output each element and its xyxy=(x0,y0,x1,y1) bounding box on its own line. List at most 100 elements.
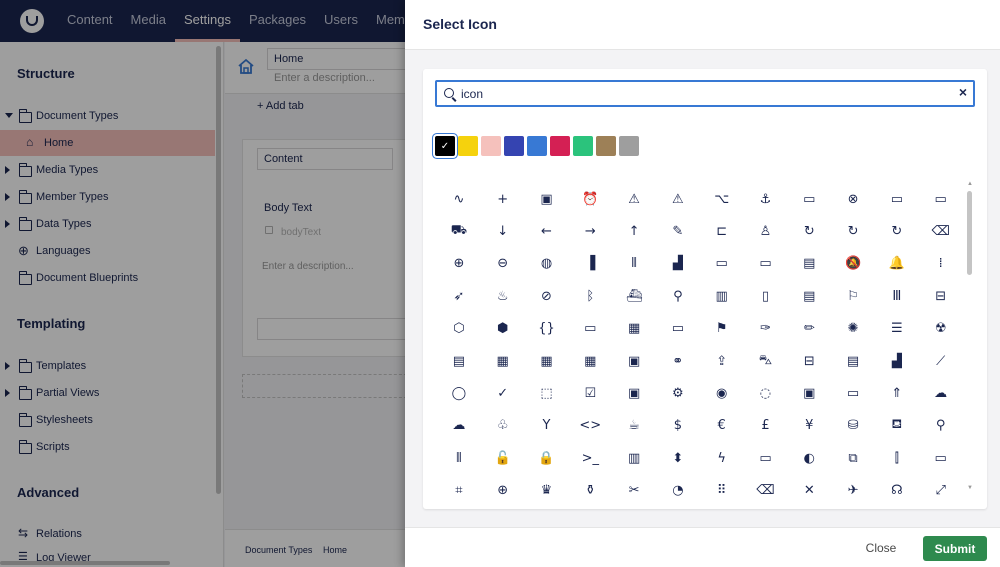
combination-lock-icon[interactable]: 🔒 xyxy=(525,442,569,474)
credit-card-icon[interactable]: ▭ xyxy=(919,442,963,474)
cut-icon[interactable]: ✂ xyxy=(612,475,656,507)
crop-icon[interactable]: ⌗ xyxy=(437,475,481,507)
command-icon[interactable]: >_ xyxy=(568,442,612,474)
bookmark-icon[interactable]: ⚐ xyxy=(831,280,875,312)
application-error-icon[interactable]: ⊗ xyxy=(831,183,875,215)
brackets-icon[interactable]: {} xyxy=(525,313,569,345)
cash-register-icon[interactable]: ⊟ xyxy=(787,345,831,377)
certificate-icon[interactable]: ▤ xyxy=(831,345,875,377)
color-swatch[interactable] xyxy=(481,136,501,156)
coin-yen-icon[interactable]: ¥ xyxy=(787,410,831,442)
crown-icon[interactable]: ♛ xyxy=(525,475,569,507)
chart-icon[interactable]: ▟ xyxy=(875,345,919,377)
icon-search-box[interactable]: × xyxy=(435,80,975,107)
box-open-icon[interactable]: ⬡ xyxy=(437,313,481,345)
cloudy-icon[interactable]: ☁ xyxy=(437,410,481,442)
bus-icon[interactable]: ▤ xyxy=(437,345,481,377)
scroll-up-icon[interactable]: ▲ xyxy=(967,181,973,187)
color-bucket-icon[interactable]: ⛾ xyxy=(875,410,919,442)
cloud-upload-icon[interactable]: ⇑ xyxy=(875,377,919,409)
arrow-down-icon[interactable]: ↓ xyxy=(481,215,525,247)
browser-window-icon[interactable]: ▭ xyxy=(656,313,700,345)
bulleted-list-icon[interactable]: ☰ xyxy=(875,313,919,345)
battery-low-icon[interactable]: ▭ xyxy=(700,248,744,280)
client-icon[interactable]: ▭ xyxy=(831,377,875,409)
color-swatch[interactable] xyxy=(619,136,639,156)
circle-dotted-icon[interactable]: ◌ xyxy=(744,377,788,409)
anchor-icon[interactable]: ⚓ xyxy=(744,183,788,215)
compress-icon[interactable]: ⬍ xyxy=(656,442,700,474)
books-icon[interactable]: Ⅲ xyxy=(875,280,919,312)
book-icon[interactable]: ▯ xyxy=(744,280,788,312)
brush-alt-icon[interactable]: ⚑ xyxy=(700,313,744,345)
calculator-icon[interactable]: ▦ xyxy=(481,345,525,377)
color-swatch[interactable] xyxy=(596,136,616,156)
alarm-clock-icon[interactable]: ⏰ xyxy=(568,183,612,215)
bird-icon[interactable]: ➶ xyxy=(437,280,481,312)
clear-search-icon[interactable]: × xyxy=(959,84,967,100)
alert-alt-icon[interactable]: ⚠ xyxy=(656,183,700,215)
checkbox-icon[interactable]: ☑ xyxy=(568,377,612,409)
chart-curve-icon[interactable]: ⟋ xyxy=(919,345,963,377)
clubs-icon[interactable]: ♧ xyxy=(481,410,525,442)
dashboard-icon[interactable]: ◔ xyxy=(656,475,700,507)
color-swatch[interactable] xyxy=(504,136,524,156)
conversation-icon[interactable]: ⧉ xyxy=(831,442,875,474)
circuits-icon[interactable]: ▣ xyxy=(787,377,831,409)
color-swatch[interactable] xyxy=(527,136,547,156)
book-alt-2-icon[interactable]: ▤ xyxy=(787,280,831,312)
coin-pound-icon[interactable]: £ xyxy=(744,410,788,442)
close-button[interactable]: Close xyxy=(859,536,903,560)
color-swatch[interactable] xyxy=(573,136,593,156)
bars-icon[interactable]: ▟ xyxy=(656,248,700,280)
arrival-icon[interactable]: ⛟ xyxy=(437,215,481,247)
bell-off-icon[interactable]: 🔕 xyxy=(831,248,875,280)
connection-icon[interactable]: ϟ xyxy=(700,442,744,474)
console-icon[interactable]: ▭ xyxy=(744,442,788,474)
candy-icon[interactable]: ⚭ xyxy=(656,345,700,377)
delete-key-icon[interactable]: ⌫ xyxy=(744,475,788,507)
departure-icon[interactable]: ✈ xyxy=(831,475,875,507)
briefcase-icon[interactable]: ▦ xyxy=(612,313,656,345)
axis-rotation-3-icon[interactable]: ↻ xyxy=(875,215,919,247)
burn-icon[interactable]: ☢ xyxy=(919,313,963,345)
bill-icon[interactable]: ▤ xyxy=(787,248,831,280)
coin-dollar-icon[interactable]: $ xyxy=(656,410,700,442)
audio-lines-icon[interactable]: ⊏ xyxy=(700,215,744,247)
scroll-down-icon[interactable]: ▼ xyxy=(967,485,973,491)
arrow-right-icon[interactable]: → xyxy=(568,215,612,247)
coverflow-icon[interactable]: ⫿ xyxy=(875,442,919,474)
barcode-icon[interactable]: ⦀ xyxy=(612,248,656,280)
car-icon[interactable]: ⛍ xyxy=(744,345,788,377)
diagnostics-icon[interactable]: ☊ xyxy=(875,475,919,507)
birthday-cake-icon[interactable]: ♨ xyxy=(481,280,525,312)
alt-key-icon[interactable]: ⌥ xyxy=(700,183,744,215)
chip-icon[interactable]: ▣ xyxy=(612,377,656,409)
checkbox-dotted-icon[interactable]: ⬚ xyxy=(525,377,569,409)
icon-search-input[interactable] xyxy=(461,85,941,103)
circle-dotted-active-icon[interactable]: ◉ xyxy=(700,377,744,409)
bluetooth-icon[interactable]: ᛒ xyxy=(568,280,612,312)
calendar-alt-icon[interactable]: ▦ xyxy=(568,345,612,377)
diagonal-arrow-icon[interactable]: ⤢ xyxy=(919,475,963,507)
axis-rotation-icon[interactable]: ↻ xyxy=(787,215,831,247)
colorpicker-icon[interactable]: ⚲ xyxy=(919,410,963,442)
color-swatch[interactable] xyxy=(458,136,478,156)
arrow-left-icon[interactable]: ← xyxy=(525,215,569,247)
combination-lock-open-icon[interactable]: 🔓 xyxy=(481,442,525,474)
bar-chart-icon[interactable]: ▐ xyxy=(568,248,612,280)
crosshair-icon[interactable]: ⊕ xyxy=(481,475,525,507)
cocktail-icon[interactable]: Y xyxy=(525,410,569,442)
ball-icon[interactable]: ◍ xyxy=(525,248,569,280)
binarycode-icon[interactable]: ⁞ xyxy=(919,248,963,280)
badge-add-icon[interactable]: ⊕ xyxy=(437,248,481,280)
bug-icon[interactable]: ✺ xyxy=(831,313,875,345)
delete-icon[interactable]: ✕ xyxy=(787,475,831,507)
coin-euro-icon[interactable]: € xyxy=(700,410,744,442)
application-window-alt-icon[interactable]: ▭ xyxy=(919,183,963,215)
badge-remove-icon[interactable]: ⊖ xyxy=(481,248,525,280)
bell-icon[interactable]: 🔔 xyxy=(875,248,919,280)
camcorder-icon[interactable]: ▣ xyxy=(612,345,656,377)
color-swatch[interactable] xyxy=(550,136,570,156)
contrast-icon[interactable]: ◐ xyxy=(787,442,831,474)
